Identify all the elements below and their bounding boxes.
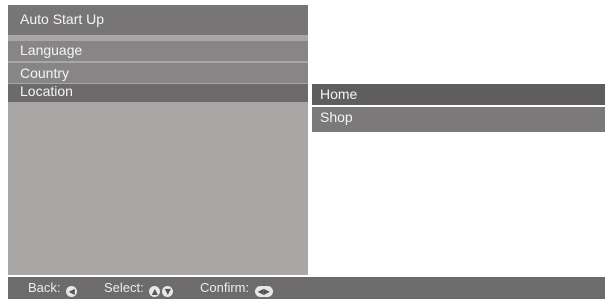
menu-item-language[interactable]: Language <box>8 41 308 61</box>
submenu-item-home[interactable]: Home <box>312 84 605 105</box>
arrow-down-icon: ▼ <box>162 286 174 297</box>
menu-item-country[interactable]: Country <box>8 63 308 83</box>
back-arrow-icon: ◀ <box>66 286 78 297</box>
arrow-up-icon: ▲ <box>149 286 161 297</box>
hint-select-label: Select: <box>104 280 144 295</box>
submenu-item-shop[interactable]: Shop <box>312 107 605 132</box>
hint-select: Select: ▲ ▼ <box>104 277 174 299</box>
footer-hint-bar: Back: ◀ Select: ▲ ▼ Confirm: ◀▶ <box>8 277 605 299</box>
menu-item-location[interactable]: Location <box>8 84 308 102</box>
hint-back: Back: ◀ <box>28 277 78 299</box>
hint-confirm-label: Confirm: <box>200 280 250 295</box>
menu-title: Auto Start Up <box>8 5 308 35</box>
left-right-arrow-icon: ◀▶ <box>254 286 273 297</box>
hint-back-label: Back: <box>28 280 61 295</box>
hint-confirm: Confirm: ◀▶ <box>200 277 273 299</box>
